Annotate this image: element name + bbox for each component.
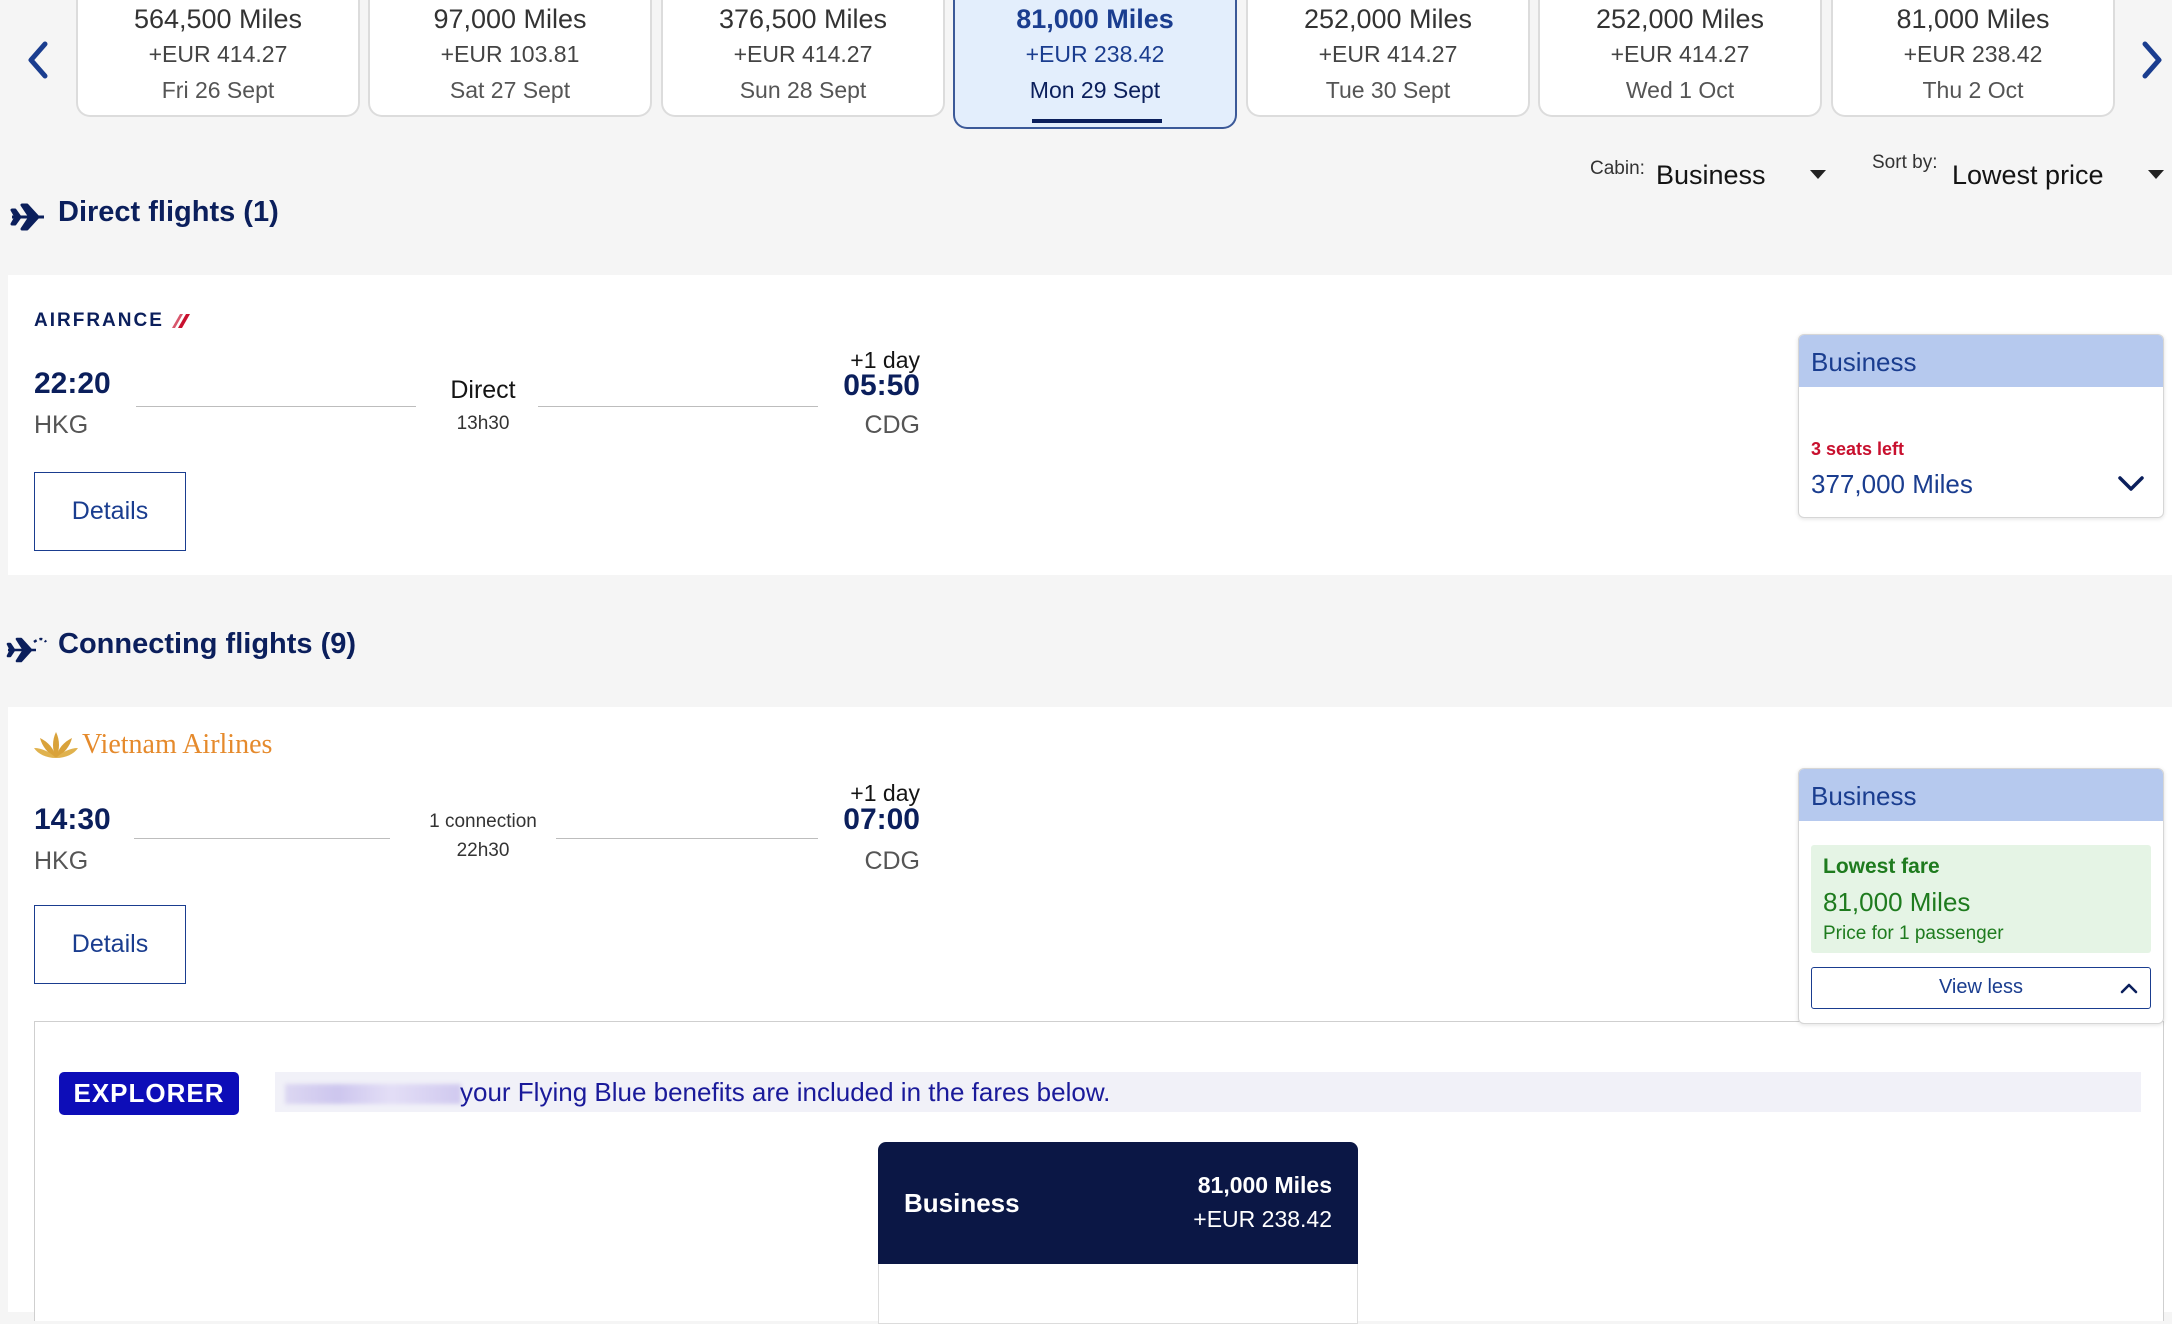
benefits-banner: your Flying Blue benefits are included i…: [275, 1072, 2141, 1112]
fares-panel: EXPLORER your Flying Blue benefits are i…: [34, 1021, 2164, 1324]
arrival-airport: CDG: [864, 847, 920, 875]
redacted-name: [285, 1084, 461, 1104]
airfrance-stripe-icon: [171, 314, 190, 328]
arrival-airport: CDG: [864, 411, 920, 439]
duration-text: 13h30: [456, 413, 510, 434]
date-card-wed-1[interactable]: 252,000 Miles +EUR 414.27 Wed 1 Oct: [1538, 0, 1822, 117]
date-card-mon-29-selected[interactable]: 81,000 Miles +EUR 238.42 Mon 29 Sept: [953, 0, 1237, 129]
date-card-miles: 81,000 Miles: [1896, 4, 2050, 34]
fare-card-miles: 81,000 Miles: [1197, 1172, 1332, 1198]
arrival-time: 07:00: [843, 803, 920, 836]
benefits-message: your Flying Blue benefits are included i…: [460, 1077, 1111, 1107]
date-card-date: Tue 30 Sept: [1325, 77, 1451, 103]
date-card-eur: +EUR 414.27: [1318, 41, 1458, 67]
fare-box-business[interactable]: Business 3 seats left 377,000 Miles: [1798, 334, 2164, 518]
caret-down-icon: [2148, 170, 2164, 179]
caret-down-icon: [1810, 170, 1826, 179]
departure-time: 14:30: [34, 803, 111, 836]
date-card-miles: 564,500 Miles: [133, 4, 303, 34]
airline-logo-airfrance: AIRFRANCE: [34, 310, 190, 332]
explorer-badge: EXPLORER: [59, 1072, 239, 1115]
date-card-eur: +EUR 414.27: [733, 41, 873, 67]
stops-text: Direct: [450, 376, 516, 404]
selected-indicator: [1032, 119, 1162, 123]
lowest-fare-tag: Lowest fare: [1823, 855, 1940, 878]
departure-airport: HKG: [34, 847, 89, 875]
fare-cabin-header: Business: [1799, 769, 2163, 821]
seats-left-text: 3 seats left: [1811, 439, 1905, 459]
date-card-miles: 97,000 Miles: [433, 4, 587, 34]
lowest-fare-miles: 81,000 Miles: [1823, 887, 1971, 917]
route-line: [136, 406, 416, 407]
section-title: Direct flights (1): [58, 196, 279, 228]
section-title: Connecting flights (9): [58, 628, 357, 660]
details-button[interactable]: Details: [34, 472, 186, 551]
arrival-time: 05:50: [843, 369, 920, 402]
cabin-select[interactable]: Cabin: Business: [1588, 150, 1834, 194]
connecting-plane-icon: [6, 637, 47, 663]
flight-card-direct: AIRFRANCE 22:20 HKG Direct 13h30 +1 day …: [8, 275, 2172, 575]
prev-dates-arrow[interactable]: [18, 32, 58, 88]
date-card-date: Sun 28 Sept: [739, 77, 867, 103]
date-card-miles: 81,000 Miles: [1016, 4, 1174, 34]
plane-icon: [10, 203, 44, 231]
fare-card-business[interactable]: Business 81,000 Miles +EUR 238.42: [878, 1142, 1358, 1264]
airline-name: AIRFRANCE: [34, 310, 164, 331]
date-card-sun-28[interactable]: 376,500 Miles +EUR 414.27 Sun 28 Sept: [661, 0, 945, 117]
chevron-down-icon: [2118, 476, 2144, 491]
date-card-date: Sat 27 Sept: [449, 77, 571, 103]
route-line: [538, 406, 818, 407]
date-card-date: Fri 26 Sept: [161, 77, 275, 103]
date-card-thu-2[interactable]: 81,000 Miles +EUR 238.42 Thu 2 Oct: [1831, 0, 2115, 117]
route-line: [556, 838, 818, 839]
date-card-fri-26[interactable]: 564,500 Miles +EUR 414.27 Fri 26 Sept: [76, 0, 360, 117]
sort-select[interactable]: Sort by: Lowest price: [1870, 150, 2172, 194]
view-less-label: View less: [1938, 976, 2024, 998]
departure-time: 22:20: [34, 367, 111, 400]
price-note: Price for 1 passenger: [1823, 923, 2004, 944]
date-card-date: Wed 1 Oct: [1625, 77, 1735, 103]
date-card-miles: 252,000 Miles: [1595, 4, 1765, 34]
sort-label: Sort by:: [1872, 152, 1938, 173]
lowest-fare-option[interactable]: Lowest fare 81,000 Miles Price for 1 pas…: [1811, 845, 2151, 953]
fare-card-eur: +EUR 238.42: [1193, 1206, 1332, 1232]
fare-miles: 377,000 Miles: [1811, 469, 1973, 499]
date-card-eur: +EUR 414.27: [1610, 41, 1750, 67]
date-card-tue-30[interactable]: 252,000 Miles +EUR 414.27 Tue 30 Sept: [1246, 0, 1530, 117]
airline-name: Vietnam Airlines: [82, 729, 273, 760]
cabin-label: Cabin:: [1590, 158, 1645, 179]
chevron-up-icon: [2120, 983, 2138, 994]
departure-airport: HKG: [34, 411, 89, 439]
route-line: [134, 838, 390, 839]
date-card-eur: +EUR 238.42: [1903, 41, 2043, 67]
stops-text: 1 connection: [429, 811, 537, 832]
airline-logo-vietnam: Vietnam Airlines: [34, 729, 272, 761]
chevron-left-icon: [28, 41, 48, 79]
duration-text: 22h30: [456, 840, 510, 861]
date-card-sat-27[interactable]: 97,000 Miles +EUR 103.81 Sat 27 Sept: [368, 0, 652, 117]
sort-value: Lowest price: [1952, 160, 2104, 190]
fare-cabin-header: Business: [1799, 335, 2163, 387]
date-card-eur: +EUR 238.42: [1025, 41, 1165, 67]
fare-card-cabin: Business: [904, 1188, 1020, 1218]
date-card-eur: +EUR 414.27: [148, 41, 288, 67]
lotus-icon: [34, 732, 78, 758]
cabin-value: Business: [1656, 160, 1766, 190]
fare-box-business: Business Lowest fare 81,000 Miles Price …: [1798, 768, 2164, 1024]
view-less-button[interactable]: View less: [1811, 967, 2151, 1009]
date-card-miles: 252,000 Miles: [1303, 4, 1473, 34]
fare-card-body: [878, 1264, 1358, 1324]
next-dates-arrow[interactable]: [2132, 32, 2172, 88]
date-card-eur: +EUR 103.81: [440, 41, 580, 67]
details-button[interactable]: Details: [34, 905, 186, 984]
chevron-right-icon: [2142, 41, 2162, 79]
date-card-miles: 376,500 Miles: [718, 4, 888, 34]
flight-card-connecting: Vietnam Airlines 14:30 HKG 1 connection …: [8, 707, 2172, 1324]
date-card-date: Thu 2 Oct: [1922, 77, 2024, 103]
date-card-date: Mon 29 Sept: [1029, 77, 1161, 103]
